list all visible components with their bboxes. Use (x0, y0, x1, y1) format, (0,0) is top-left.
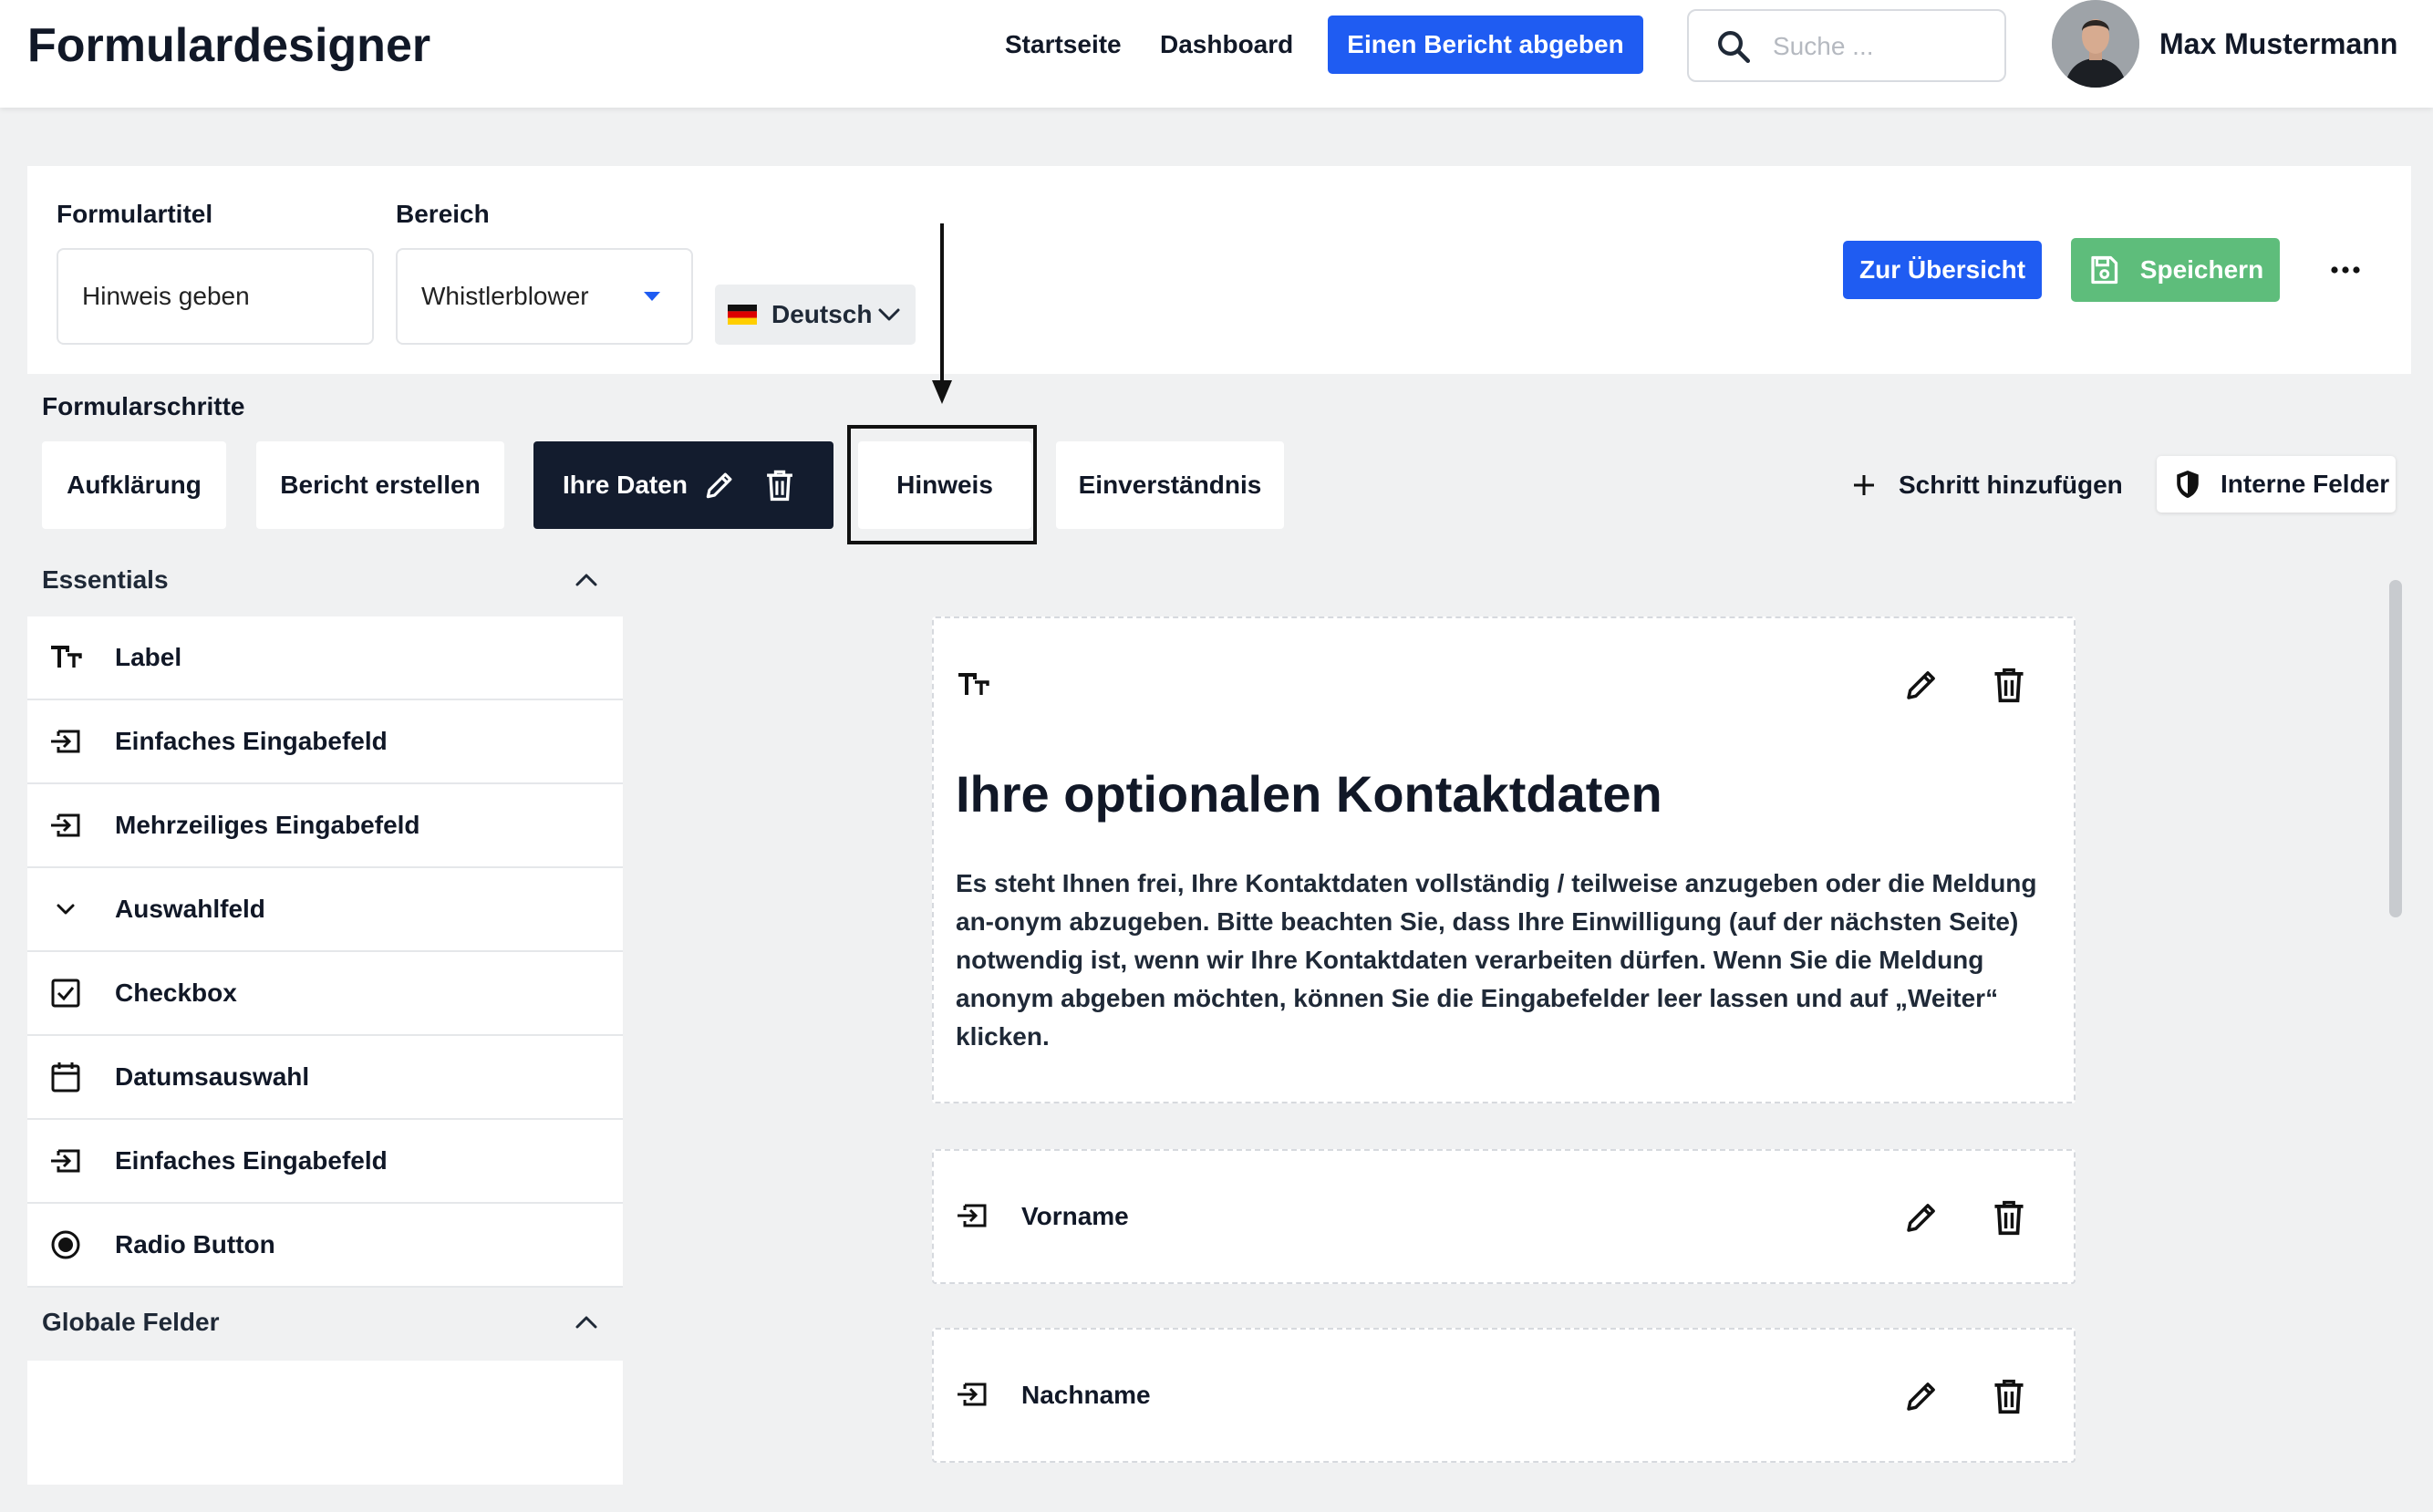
pencil-icon[interactable] (1902, 666, 1941, 704)
input-field-icon (49, 1145, 80, 1176)
annotation-arrow (930, 223, 954, 406)
global-fields-title: Globale Felder (42, 1308, 220, 1336)
palette-item-label-text: Checkbox (115, 979, 237, 1007)
chevron-up-icon (575, 571, 598, 587)
tab-ihre-daten[interactable]: Ihre Daten (533, 441, 833, 529)
search-box[interactable] (1687, 9, 2006, 82)
palette-item-label-text: Einfaches Eingabefeld (115, 727, 388, 755)
form-title-label: Formulartitel (57, 200, 213, 228)
submit-report-button[interactable]: Einen Bericht abgeben (1328, 16, 1643, 74)
palette-item-label-text: Einfaches Eingabefeld (115, 1146, 388, 1175)
essentials-header[interactable]: Essentials (27, 547, 623, 613)
palette-item-auswahlfeld[interactable]: Auswahlfeld (27, 868, 623, 950)
checkbox-icon (49, 978, 80, 1009)
avatar[interactable] (2052, 0, 2139, 88)
essentials-title: Essentials (42, 565, 169, 594)
block-heading: Ihre optionalen Kontaktdaten (956, 765, 1662, 823)
form-settings-panel (27, 166, 2411, 374)
chevron-down-icon (49, 894, 80, 925)
palette-item-label-text: Mehrzeiliges Eingabefeld (115, 811, 420, 839)
area-value: Whistlerblower (421, 282, 589, 310)
more-options-icon[interactable] (2331, 258, 2360, 282)
palette-item-datumsauswahl[interactable]: Datumsauswahl (27, 1036, 623, 1118)
palette-item-label-text: Datumsauswahl (115, 1062, 310, 1091)
chevron-up-icon (575, 1313, 598, 1330)
input-field-icon (49, 810, 80, 841)
palette-item-mehrzeiliges-eingabefeld[interactable]: Mehrzeiliges Eingabefeld (27, 784, 623, 866)
trash-icon[interactable] (764, 468, 795, 502)
text-type-icon (49, 642, 82, 673)
nav-startseite[interactable]: Startseite (1005, 27, 1122, 62)
block-body-text: Es steht Ihnen frei, Ihre Kontaktdaten v… (956, 869, 2037, 1051)
nav-dashboard[interactable]: Dashboard (1160, 27, 1293, 62)
trash-icon[interactable] (1992, 1198, 2026, 1237)
floppy-disk-icon (2087, 254, 2120, 286)
input-field-icon (956, 1379, 989, 1410)
add-step-label: Schritt hinzufügen (1899, 471, 2123, 499)
user-name: Max Mustermann (2159, 27, 2398, 60)
field-card-nachname[interactable]: Nachname (932, 1328, 2076, 1463)
search-input[interactable] (1773, 27, 1992, 66)
language-label: Deutsch (771, 300, 873, 328)
pencil-icon[interactable] (1902, 1377, 1941, 1415)
palette-item-label-text: Auswahlfeld (115, 895, 265, 923)
pencil-icon[interactable] (702, 468, 737, 502)
plus-icon (1851, 472, 1877, 498)
add-step-button[interactable]: Schritt hinzufügen (1851, 470, 2123, 501)
palette-item-label-text: Label (115, 643, 182, 671)
text-type-icon (956, 669, 990, 700)
label-block-card[interactable]: Ihre optionalen Kontaktdaten Es steht Ih… (932, 616, 2076, 1103)
palette-item-radio-button[interactable]: Radio Button (27, 1204, 623, 1286)
palette-item-einfaches-eingabefeld-2[interactable]: Einfaches Eingabefeld (27, 1120, 623, 1202)
field-card-vorname[interactable]: Vorname (932, 1149, 2076, 1284)
tab-einverstaendnis[interactable]: Einverständnis (1056, 441, 1284, 529)
highlight-box (847, 425, 1037, 544)
app-title: Formulardesigner (27, 19, 431, 72)
form-title-input[interactable]: Hinweis geben (57, 248, 374, 345)
palette-item-label-text: Radio Button (115, 1230, 275, 1258)
area-select[interactable]: Whistlerblower (396, 248, 693, 345)
steps-label: Formularschritte (42, 392, 245, 420)
global-fields-list (27, 1361, 623, 1485)
save-button[interactable]: Speichern (2071, 238, 2280, 302)
form-title-value: Hinweis geben (82, 282, 250, 310)
german-flag-icon (728, 305, 757, 325)
internal-fields-button[interactable]: Interne Felder (2157, 456, 2396, 513)
top-header: Formulardesigner Startseite Dashboard Ei… (0, 0, 2433, 108)
calendar-icon (49, 1062, 80, 1093)
chevron-down-icon (877, 306, 901, 323)
language-select[interactable]: Deutsch (715, 285, 916, 345)
shield-icon (2173, 469, 2202, 500)
canvas-scrollbar[interactable] (2389, 580, 2402, 917)
caret-down-icon (642, 290, 662, 303)
radio-icon (49, 1229, 80, 1260)
overview-button[interactable]: Zur Übersicht (1843, 241, 2042, 299)
palette-item-checkbox[interactable]: Checkbox (27, 952, 623, 1034)
field-name: Vorname (1021, 1202, 1129, 1230)
tab-label: Ihre Daten (563, 471, 688, 499)
input-field-icon (956, 1200, 989, 1231)
tab-aufklaerung[interactable]: Aufklärung (42, 441, 226, 529)
area-label: Bereich (396, 200, 490, 228)
global-fields-header[interactable]: Globale Felder (27, 1289, 623, 1355)
search-icon (1714, 27, 1753, 66)
trash-icon[interactable] (1992, 1377, 2026, 1415)
input-field-icon (49, 726, 80, 757)
palette-item-einfaches-eingabefeld[interactable]: Einfaches Eingabefeld (27, 700, 623, 782)
internal-fields-label: Interne Felder (2221, 470, 2390, 498)
trash-icon[interactable] (1992, 666, 2026, 704)
tab-bericht-erstellen[interactable]: Bericht erstellen (256, 441, 504, 529)
save-label: Speichern (2139, 255, 2264, 284)
pencil-icon[interactable] (1902, 1198, 1941, 1237)
palette-item-label[interactable]: Label (27, 616, 623, 699)
field-name: Nachname (1021, 1381, 1151, 1409)
